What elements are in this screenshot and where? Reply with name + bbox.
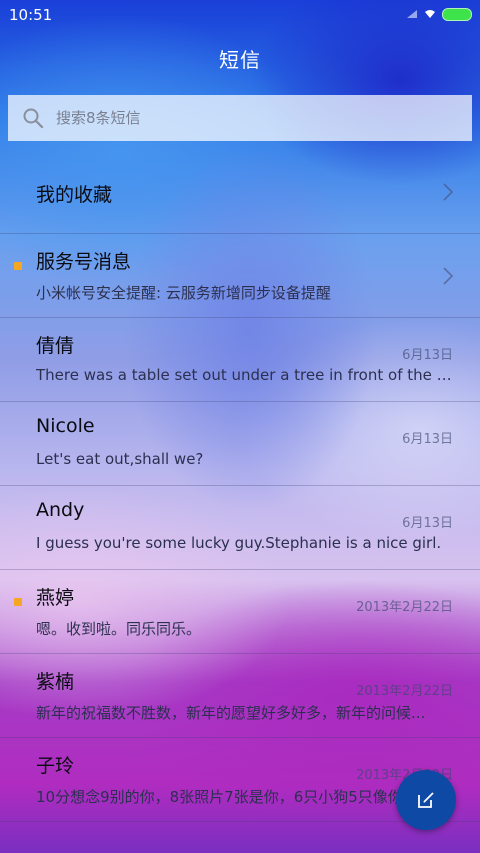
favorites-row[interactable]: 我的收藏	[0, 150, 480, 234]
status-bar: 10:51	[0, 0, 480, 30]
conversation-name: 燕婷	[36, 587, 75, 609]
conversation-row[interactable]: 紫楠 2013年2月22日 新年的祝福数不胜数，新年的愿望好多好多，新年的问候.…	[0, 654, 480, 738]
search-icon	[23, 108, 44, 129]
search-input[interactable]	[54, 108, 472, 128]
conversation-name: 倩倩	[36, 335, 75, 357]
conversation-name: Andy	[36, 499, 85, 521]
conversation-name: Nicole	[36, 415, 95, 437]
conversation-preview: 小米帐号安全提醒: 云服务新增同步设备提醒	[36, 284, 331, 302]
conversation-name: 紫楠	[36, 671, 75, 693]
unread-indicator	[14, 262, 22, 270]
page-title: 短信	[219, 48, 261, 72]
conversation-row-service[interactable]: 服务号消息 小米帐号安全提醒: 云服务新增同步设备提醒	[0, 234, 480, 318]
favorites-label: 我的收藏	[36, 184, 113, 206]
conversation-preview: There was a table set out under a tree i…	[36, 366, 452, 384]
conversation-date: 2013年2月22日	[356, 684, 453, 699]
conversation-preview: 嗯。收到啦。同乐同乐。	[36, 620, 202, 638]
conversation-name: 服务号消息	[36, 251, 132, 273]
conversation-date: 6月13日	[402, 348, 453, 363]
conversation-preview: 10分想念9别的你，8张照片7张是你，6只小狗5只像你...	[36, 788, 418, 806]
conversation-preview: Let's eat out,shall we?	[36, 450, 204, 468]
conversation-row[interactable]: 倩倩 6月13日 There was a table set out under…	[0, 318, 480, 402]
status-time: 10:51	[9, 6, 53, 24]
unread-indicator	[14, 598, 22, 606]
compose-button[interactable]	[396, 770, 456, 830]
search-box[interactable]	[8, 95, 472, 141]
conversation-row[interactable]: 燕婷 2013年2月22日 嗯。收到啦。同乐同乐。	[0, 570, 480, 654]
conversation-preview: 新年的祝福数不胜数，新年的愿望好多好多，新年的问候...	[36, 704, 426, 722]
conversation-list: 我的收藏 服务号消息 小米帐号安全提醒: 云服务新增同步设备提醒 倩倩 6月13…	[0, 150, 480, 822]
chevron-right-icon	[443, 267, 454, 285]
conversation-date: 6月13日	[402, 516, 453, 531]
conversation-preview: I guess you're some lucky guy.Stephanie …	[36, 534, 442, 552]
battery-icon	[442, 7, 472, 21]
conversation-row[interactable]: Nicole 6月13日 Let's eat out,shall we?	[0, 402, 480, 486]
conversation-row[interactable]: Andy 6月13日 I guess you're some lucky guy…	[0, 486, 480, 570]
wifi-icon	[425, 10, 435, 18]
compose-icon	[418, 792, 434, 808]
conversation-date: 6月13日	[402, 432, 453, 447]
status-icons	[406, 7, 472, 21]
conversation-name: 子玲	[36, 755, 75, 777]
conversation-date: 2013年2月22日	[356, 600, 453, 615]
chevron-right-icon	[443, 183, 454, 201]
sms-screen: 10:51 短信 我的收藏 服务号消息	[0, 0, 480, 853]
signal-icon	[407, 10, 417, 18]
